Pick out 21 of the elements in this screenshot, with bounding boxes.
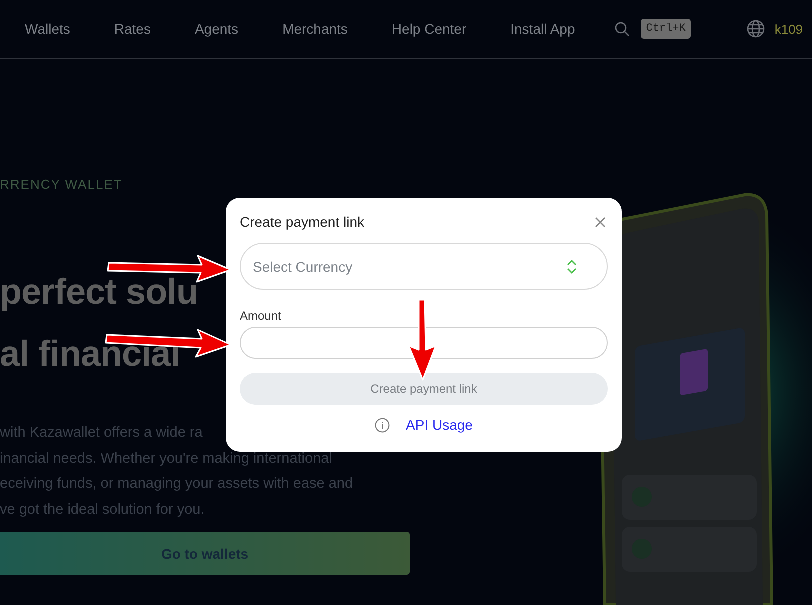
dialog-title: Create payment link [240, 214, 365, 230]
hero-heading: al financial [0, 334, 180, 374]
amount-input[interactable] [240, 327, 608, 359]
account-name[interactable]: k109 [774, 22, 804, 36]
nav-link[interactable]: Help Center [392, 21, 467, 37]
chevron-up-down-icon [567, 258, 577, 274]
currency-select[interactable]: Select Currency [240, 243, 608, 290]
info-icon [375, 418, 390, 432]
globe-icon[interactable] [746, 20, 765, 38]
shortcut-badge: Ctrl+K [641, 19, 691, 39]
nav-link[interactable]: Agents [194, 21, 239, 37]
hero-heading: perfect solu [0, 272, 198, 312]
api-usage-link[interactable]: API Usage [406, 417, 473, 433]
eyebrow-text: RRENCY WALLET [0, 177, 124, 192]
search-icon[interactable] [615, 22, 630, 36]
hero-paragraph: with Kazawallet offers a wide ra inancial needs. Whether you're making international eceiving funds, or managing your assets with ease and ve got the ideal solution for you. [0, 424, 354, 520]
nav-link[interactable]: Merchants [282, 21, 348, 37]
nav-link[interactable]: Install App [510, 21, 576, 37]
nav-link[interactable]: Wallets [25, 21, 70, 37]
nav-link[interactable]: Rates [114, 21, 151, 37]
field-label: Amount [240, 309, 282, 323]
